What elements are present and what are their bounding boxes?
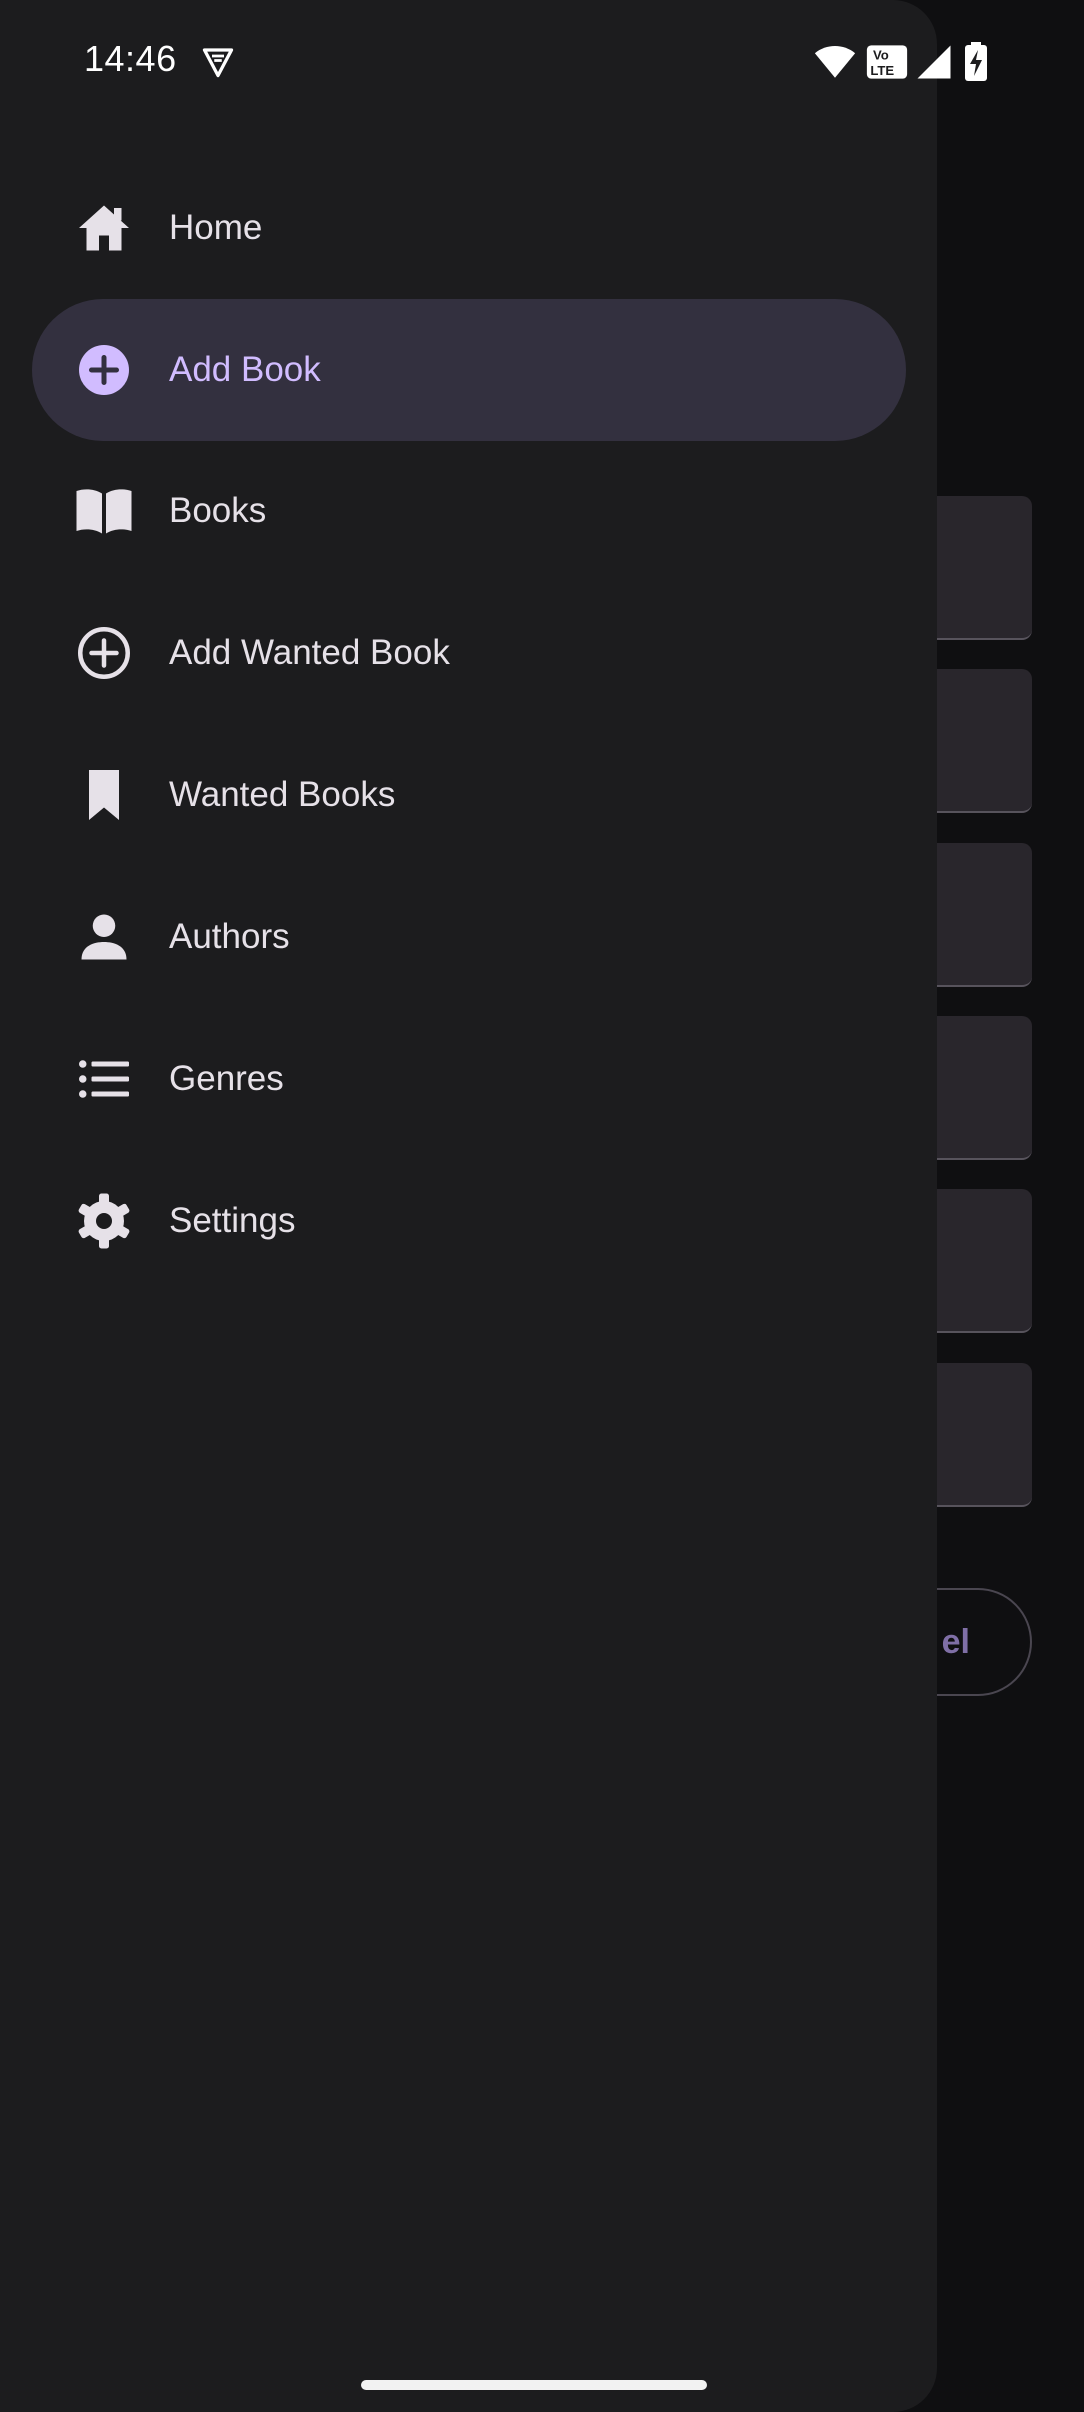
person-icon [81, 914, 127, 960]
bookmark-icon [89, 770, 119, 820]
list-icon [79, 1060, 129, 1098]
battery-charging-icon [965, 42, 987, 81]
vpn-shield-icon [202, 48, 234, 78]
status-bar: 14:46 Vo LTE [0, 0, 1084, 124]
screen: el Home Add Book Books Add Wanted Book W… [0, 0, 1084, 2412]
nav-item-genres[interactable]: Genres [32, 1008, 906, 1150]
nav-item-label: Books [169, 491, 267, 530]
cellular-signal-icon [917, 45, 951, 79]
nav-item-label: Authors [169, 917, 290, 956]
add-circle-filled-icon [79, 345, 129, 395]
gear-icon [78, 1193, 130, 1249]
nav-item-add-wanted-book[interactable]: Add Wanted Book [32, 582, 906, 724]
add-circle-outline-icon [78, 627, 130, 679]
wifi-icon [814, 46, 856, 78]
nav-item-label: Add Wanted Book [169, 633, 450, 672]
nav-item-label: Home [169, 208, 263, 247]
svg-text:LTE: LTE [870, 63, 894, 78]
svg-text:Vo: Vo [873, 47, 889, 62]
home-icon [79, 205, 129, 251]
nav-item-settings[interactable]: Settings [32, 1150, 906, 1292]
nav-item-label: Wanted Books [169, 775, 396, 814]
nav-item-authors[interactable]: Authors [32, 866, 906, 1008]
nav-item-home[interactable]: Home [32, 157, 906, 299]
gesture-bar[interactable] [361, 2380, 707, 2390]
nav-item-label: Add Book [169, 350, 321, 389]
nav-item-wanted-books[interactable]: Wanted Books [32, 724, 906, 866]
nav-item-books[interactable]: Books [32, 440, 906, 582]
open-book-icon [76, 489, 132, 534]
navigation-drawer: Home Add Book Books Add Wanted Book Want… [0, 0, 937, 2412]
nav-item-label: Genres [169, 1059, 284, 1098]
background-cancel-label: el [941, 1622, 970, 1661]
status-time: 14:46 [84, 38, 177, 79]
nav-item-add-book[interactable]: Add Book [32, 299, 906, 441]
nav-item-label: Settings [169, 1201, 296, 1240]
volte-icon: Vo LTE [866, 45, 908, 79]
